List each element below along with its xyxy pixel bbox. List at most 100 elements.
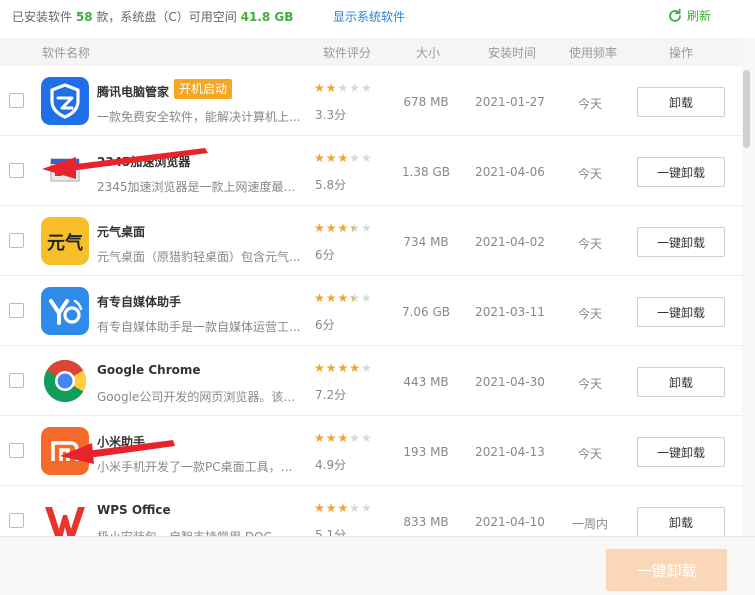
usage-frequency: 今天 — [577, 237, 602, 251]
usage-frequency: 今天 — [577, 97, 602, 111]
star-rating: ★★★★★ ★★★★★ — [314, 502, 380, 514]
app-description: 2345加速浏览器是一款上网速度最快... — [97, 180, 303, 194]
wps-office-icon — [41, 497, 89, 536]
app-name: 腾讯电脑管家 — [97, 85, 170, 99]
usage-frequency: 今天 — [577, 447, 602, 461]
app-name: 元气桌面 — [97, 225, 146, 239]
app-name: 有专自媒体助手 — [97, 295, 182, 309]
usage-frequency: 一周内 — [571, 517, 608, 531]
app-score: 3.3分 — [315, 108, 347, 122]
select-checkbox[interactable] — [9, 233, 24, 248]
col-size: 大小 — [416, 46, 441, 60]
bulk-uninstall-button[interactable]: 一键卸载 — [606, 549, 727, 591]
install-date: 2021-04-10 — [475, 515, 545, 529]
top-bar: 已安装软件 58 款，系统盘（C）可用空间 41.8 GB 显示系统软件 刷新 — [0, 0, 755, 36]
star-rating-filled: ★★★★★ — [314, 152, 347, 164]
uninstall-button[interactable]: 卸载 — [637, 507, 725, 536]
app-description: 小米手机开发了一款PC桌面工具，方... — [97, 460, 303, 474]
youzhuan-icon — [41, 287, 89, 335]
uninstall-button[interactable]: 一键卸载 — [637, 227, 725, 257]
col-install-time: 安装时间 — [488, 46, 537, 60]
install-date: 2021-01-27 — [475, 95, 545, 109]
usage-frequency: 今天 — [577, 307, 602, 321]
app-description: 元气桌面（原猎豹轻桌面）包含元气... — [97, 250, 301, 264]
list-item: 元气 元气桌面 元气桌面（原猎豹轻桌面）包含元气... ★★★★★ ★★★★★ … — [0, 206, 742, 276]
col-frequency: 使用频率 — [569, 46, 618, 60]
usage-frequency: 今天 — [577, 377, 602, 391]
app-name: 小米助手 — [97, 435, 146, 449]
browser-2345-icon — [41, 147, 89, 195]
star-rating-filled: ★★★★★ — [314, 502, 347, 514]
app-score: 6分 — [315, 318, 335, 332]
uninstall-button[interactable]: 一键卸载 — [637, 157, 725, 187]
star-rating: ★★★★★ ★★★★★ — [314, 292, 380, 304]
install-date: 2021-03-11 — [475, 305, 545, 319]
star-rating-filled: ★★★★★ — [314, 362, 361, 374]
list-item: 有专自媒体助手 有专自媒体助手是一款自媒体运营工... ★★★★★ ★★★★★ … — [0, 276, 742, 346]
app-name: Google Chrome — [97, 363, 201, 377]
chrome-icon — [41, 357, 89, 405]
list-item: 2345加速浏览器 2345加速浏览器是一款上网速度最快... ★★★★★ ★★… — [0, 136, 742, 206]
app-size: 443 MB — [403, 375, 449, 389]
app-description: 有专自媒体助手是一款自媒体运营工... — [97, 320, 301, 334]
app-size: 734 MB — [403, 235, 449, 249]
app-description: Google公司开发的网页浏览器。该浏... — [97, 390, 303, 404]
star-rating: ★★★★★ ★★★★★ — [314, 152, 380, 164]
app-score: 6分 — [315, 248, 335, 262]
app-name: WPS Office — [97, 503, 171, 517]
col-rating: 软件评分 — [323, 46, 372, 60]
select-checkbox[interactable] — [9, 303, 24, 318]
star-rating: ★★★★★ ★★★★★ — [314, 432, 380, 444]
star-rating-filled: ★★★★★ — [314, 82, 334, 94]
table-header: 软件名称 软件评分 大小 安装时间 使用频率 操作 — [0, 38, 742, 66]
list-item: WPS Office 极小安装包，启智支持常用 DOC、X... ★★★★★ ★… — [0, 486, 742, 536]
yuanqi-desktop-icon: 元气 — [41, 217, 89, 265]
refresh-button[interactable]: 刷新 — [667, 7, 711, 24]
select-checkbox[interactable] — [9, 373, 24, 388]
refresh-icon — [669, 8, 681, 22]
uninstall-button[interactable]: 一键卸载 — [637, 297, 725, 327]
select-checkbox[interactable] — [9, 443, 24, 458]
install-date: 2021-04-30 — [475, 375, 545, 389]
list-item: 腾讯电脑管家 开机启动 一款免费安全软件，能解决计算机上... ★★★★★ ★★… — [0, 66, 742, 136]
install-date: 2021-04-13 — [475, 445, 545, 459]
star-rating-filled: ★★★★★ — [314, 292, 354, 304]
star-rating: ★★★★★ ★★★★★ — [314, 82, 380, 94]
show-system-software-link[interactable]: 显示系统软件 — [333, 8, 405, 25]
install-date: 2021-04-02 — [475, 235, 545, 249]
star-rating-filled: ★★★★★ — [314, 432, 347, 444]
app-size: 193 MB — [403, 445, 449, 459]
app-description: 一款免费安全软件，能解决计算机上... — [97, 110, 301, 124]
star-rating: ★★★★★ ★★★★★ — [314, 362, 380, 374]
app-size: 833 MB — [403, 515, 449, 529]
summary-prefix: 已安装软件 — [12, 10, 73, 24]
startup-badge: 开机启动 — [174, 79, 233, 99]
install-date: 2021-04-06 — [475, 165, 545, 179]
scrollbar-thumb[interactable] — [743, 70, 750, 148]
app-score: 5.8分 — [315, 178, 347, 192]
uninstall-button[interactable]: 一键卸载 — [637, 437, 725, 467]
uninstall-button[interactable]: 卸载 — [637, 367, 725, 397]
col-action: 操作 — [669, 46, 694, 60]
select-checkbox[interactable] — [9, 93, 24, 108]
app-score: 5.1分 — [315, 528, 347, 536]
uninstall-button[interactable]: 卸载 — [637, 87, 725, 117]
list-item: 小米助手 小米手机开发了一款PC桌面工具，方... ★★★★★ ★★★★★ 4.… — [0, 416, 742, 486]
app-score: 4.9分 — [315, 458, 347, 472]
free-space-value: 41.8 GB — [240, 10, 294, 24]
svg-text:元气: 元气 — [47, 232, 83, 254]
install-summary: 已安装软件 58 款，系统盘（C）可用空间 41.8 GB — [12, 8, 293, 25]
xiaomi-assistant-icon — [41, 427, 89, 475]
app-name: 2345加速浏览器 — [97, 155, 191, 169]
usage-frequency: 今天 — [577, 167, 602, 181]
star-rating: ★★★★★ ★★★★★ — [314, 222, 380, 234]
select-checkbox[interactable] — [9, 513, 24, 528]
app-size: 1.38 GB — [401, 165, 451, 179]
select-checkbox[interactable] — [9, 163, 24, 178]
app-score: 7.2分 — [315, 388, 347, 402]
list-item: Google Chrome Google公司开发的网页浏览器。该浏... ★★★… — [0, 346, 742, 416]
col-name: 软件名称 — [42, 46, 91, 60]
tencent-pc-manager-icon — [41, 77, 89, 125]
app-size: 678 MB — [403, 95, 449, 109]
software-list: 腾讯电脑管家 开机启动 一款免费安全软件，能解决计算机上... ★★★★★ ★★… — [0, 66, 742, 536]
